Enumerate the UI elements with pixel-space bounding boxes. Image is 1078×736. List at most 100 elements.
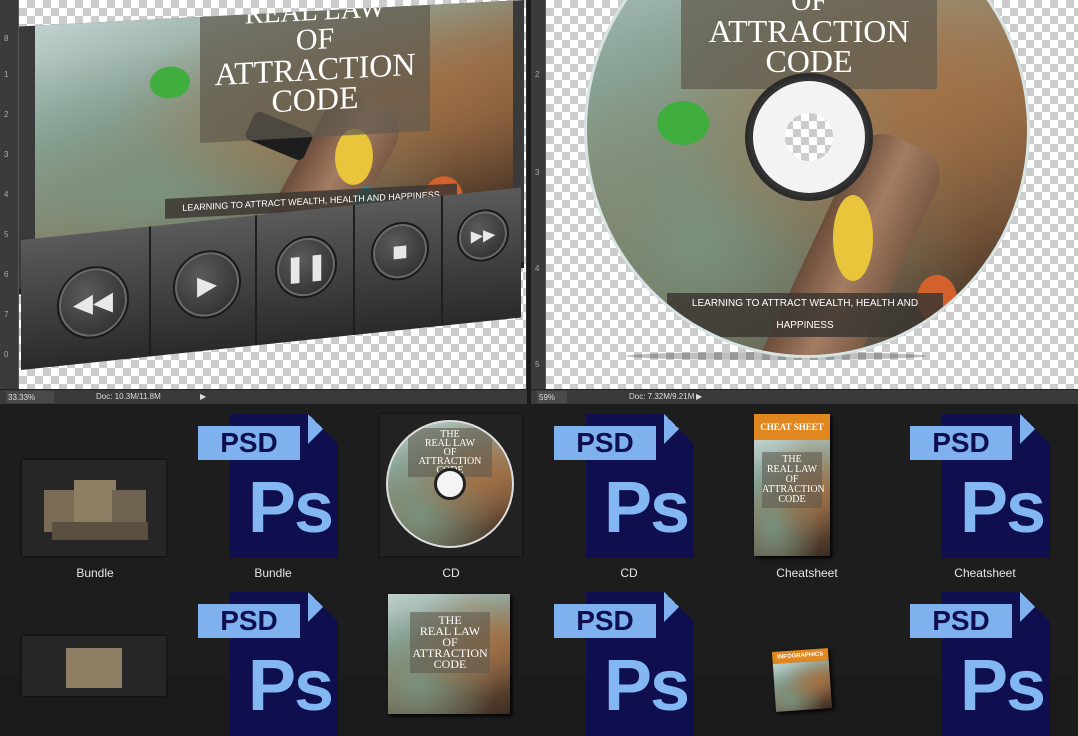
file-item-row2-psd-3[interactable]: PSD Ps	[896, 590, 1074, 736]
file-item-infographics-image[interactable]: INFOGRAPHICS	[718, 590, 896, 712]
cd-title-line: ATTRACTION	[708, 12, 910, 49]
psd-fold-cut	[308, 592, 338, 622]
ruler-number: 3	[535, 168, 540, 177]
psd-fold-cut	[664, 414, 694, 444]
file-caption: Cheatsheet	[776, 566, 838, 580]
bundle-thumbnail	[22, 636, 166, 696]
infographics-thumbnail: INFOGRAPHICS	[771, 648, 833, 712]
psd-fold-cut	[308, 414, 338, 444]
vertical-ruler: 2 3 4 5	[531, 0, 546, 390]
ruler-number: 5	[4, 230, 9, 239]
cheatsheet-cover: THE REAL LAW OF ATTRACTION CODE	[754, 440, 830, 556]
ps-logo: Ps	[248, 468, 334, 548]
file-caption: CD	[620, 566, 638, 580]
left-status-bar: 33.33% Doc: 10.3M/11.8M ▶	[0, 389, 527, 404]
file-item-cheatsheet-image[interactable]: CHEAT SHEET THE REAL LAW OF ATTRACTION C…	[718, 404, 896, 584]
file-item-book-image[interactable]: THE REAL LAW OF ATTRACTION CODE	[362, 590, 540, 714]
ruler-number: 2	[535, 70, 540, 79]
cheatsheet-header: CHEAT SHEET	[754, 414, 830, 440]
psd-label: PSD	[554, 426, 656, 460]
psd-file-icon: PSD Ps	[554, 414, 694, 558]
status-menu-arrow-icon[interactable]: ▶	[200, 390, 206, 404]
file-item-row2-psd[interactable]: PSD Ps	[184, 590, 362, 736]
file-item-bundle-psd[interactable]: PSD Ps Bundle	[184, 404, 362, 584]
green-balloon	[150, 65, 190, 100]
fast-forward-icon: ▶▶	[470, 226, 496, 246]
book-thumbnail: THE REAL LAW OF ATTRACTION CODE	[388, 594, 510, 714]
ruler-number: 6	[4, 270, 9, 279]
bundle-box	[66, 648, 122, 688]
psd-label: PSD	[910, 426, 1012, 460]
ps-logo: Ps	[604, 468, 690, 548]
ruler-number: 4	[535, 264, 540, 273]
stop-icon: ■	[392, 234, 408, 267]
file-item-row2-image[interactable]	[6, 590, 184, 696]
psd-file-icon: PSD Ps	[554, 592, 694, 736]
play-icon: ▶	[197, 267, 217, 301]
zoom-field[interactable]: 33.33%	[6, 391, 54, 403]
file-browser: Bundle PSD Ps Bundle THE REAL LAW OF ATT…	[0, 404, 1078, 736]
ruler-number: 3	[4, 150, 9, 159]
doc-size-info: Doc: 7.32M/9.21M	[629, 392, 695, 401]
book-title-line: CODE	[433, 657, 467, 671]
book-title: THE REAL LAW OF ATTRACTION CODE	[410, 612, 490, 673]
ruler-number: 0	[4, 350, 9, 359]
doc-size-info: Doc: 10.3M/11.8M	[96, 392, 161, 401]
cover-title-box: REAL LAW OF ATTRACTION CODE	[200, 0, 430, 143]
zoom-field[interactable]: 59%	[537, 391, 567, 403]
ps-logo: Ps	[248, 646, 334, 726]
file-item-cheatsheet-psd[interactable]: PSD Ps Cheatsheet	[896, 404, 1074, 584]
cheatsheet-title-line: CODE	[778, 494, 806, 505]
right-document-window[interactable]: 2 3 4 5 OF ATTRACTION CODE LEARNING TO A…	[531, 0, 1078, 404]
zoom-value: 59%	[539, 393, 556, 402]
ruler-number: 4	[4, 190, 9, 199]
ruler-number: 5	[535, 360, 540, 369]
cd-disc: OF ATTRACTION CODE LEARNING TO ATTRACT W…	[584, 0, 1030, 358]
cd-tagline: LEARNING TO ATTRACT WEALTH, HEALTH AND H…	[667, 293, 943, 337]
psd-file-icon: PSD Ps	[910, 414, 1050, 558]
file-item-row2-psd-2[interactable]: PSD Ps	[540, 590, 718, 736]
file-caption: Bundle	[76, 566, 114, 580]
psd-fold-cut	[664, 592, 694, 622]
right-canvas[interactable]: OF ATTRACTION CODE LEARNING TO ATTRACT W…	[546, 0, 1078, 389]
psd-label: PSD	[910, 604, 1012, 638]
file-item-cd-image[interactable]: THE REAL LAW OF ATTRACTION CODE CD	[362, 404, 540, 584]
psd-fold-cut	[1020, 592, 1050, 622]
psd-label: PSD	[554, 604, 656, 638]
infographics-cover	[772, 660, 833, 712]
fast-forward-button[interactable]: ▶▶	[457, 206, 509, 265]
psd-file-icon: PSD Ps	[198, 414, 338, 558]
left-canvas[interactable]: REAL LAW OF ATTRACTION CODE LEARNING TO …	[19, 0, 526, 389]
file-item-cd-psd[interactable]: PSD Ps CD	[540, 404, 718, 584]
psd-file-icon: PSD Ps	[910, 592, 1050, 736]
ps-logo: Ps	[960, 646, 1046, 726]
cd-thumb-disc: THE REAL LAW OF ATTRACTION CODE	[386, 420, 514, 548]
left-document-window[interactable]: 8 1 2 3 4 5 6 7 0 REAL LAW OF ATTRACTION…	[0, 0, 527, 404]
green-balloon	[657, 101, 709, 145]
file-caption: Cheatsheet	[954, 566, 1016, 580]
cd-hub	[745, 73, 873, 201]
psd-fold-cut	[1020, 414, 1050, 444]
cd-title-line: CODE	[765, 42, 853, 79]
psd-label: PSD	[198, 604, 300, 638]
bundle-thumbnail	[22, 460, 166, 556]
vertical-ruler: 8 1 2 3 4 5 6 7 0	[0, 0, 19, 390]
status-menu-arrow-icon[interactable]: ▶	[696, 390, 702, 404]
ruler-number: 2	[4, 110, 9, 119]
cd-thumb-hub	[434, 468, 466, 500]
ruler-number: 1	[4, 70, 9, 79]
cd-thumbnail: THE REAL LAW OF ATTRACTION CODE	[380, 414, 522, 556]
file-item-bundle-image[interactable]: Bundle	[6, 404, 184, 584]
file-caption: Bundle	[254, 566, 292, 580]
cheatsheet-thumbnail: CHEAT SHEET THE REAL LAW OF ATTRACTION C…	[754, 414, 830, 556]
ruler-number: 7	[4, 310, 9, 319]
psd-file-icon: PSD Ps	[198, 592, 338, 736]
rewind-icon: ◀◀	[73, 284, 113, 320]
psd-label: PSD	[198, 426, 300, 460]
ps-logo: Ps	[960, 468, 1046, 548]
file-caption: CD	[442, 566, 460, 580]
bundle-box	[52, 522, 148, 540]
zoom-value: 33.33%	[8, 393, 36, 402]
right-status-bar: 59% Doc: 7.32M/9.21M ▶	[531, 389, 1078, 404]
yellow-balloon	[833, 195, 873, 281]
